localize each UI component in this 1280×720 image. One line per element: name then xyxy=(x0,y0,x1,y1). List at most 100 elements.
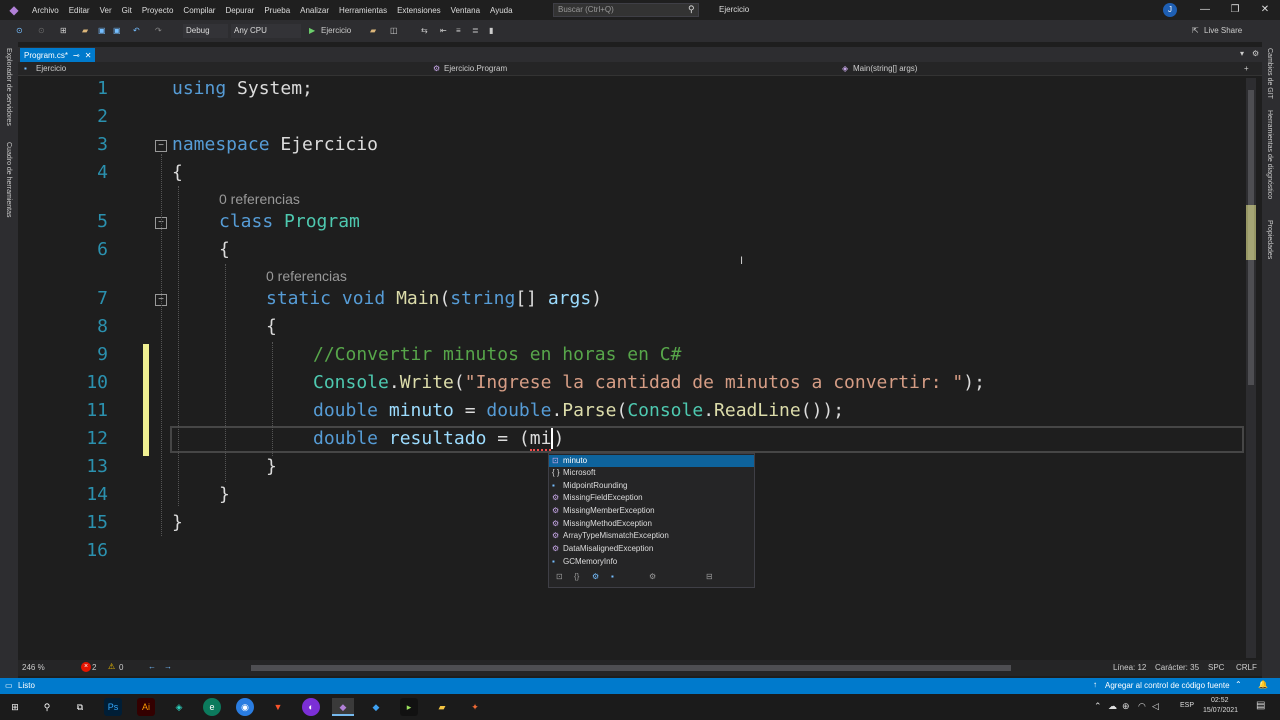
line-indicator[interactable]: Línea: 12 xyxy=(1113,663,1146,672)
search-icon[interactable]: ⚲ xyxy=(38,698,56,716)
filter-namespaces-icon[interactable]: {} xyxy=(574,572,579,581)
chrome-icon[interactable]: ◉ xyxy=(236,698,254,716)
error-count[interactable]: 2 xyxy=(92,663,96,672)
folder-icon[interactable]: ▰ xyxy=(370,24,376,38)
menu-depurar[interactable]: Depurar xyxy=(221,6,260,15)
pin-icon[interactable]: ⊸ xyxy=(73,51,80,60)
search-input[interactable]: Buscar (Ctrl+Q) xyxy=(553,3,699,17)
char-indicator[interactable]: Carácter: 35 xyxy=(1155,663,1199,672)
project-dropdown[interactable]: Ejercicio xyxy=(36,64,66,73)
completion-item[interactable]: ⚙ ArrayTypeMismatchException xyxy=(549,530,754,542)
outdent-icon[interactable]: ⇤ xyxy=(440,24,447,38)
completion-item[interactable]: ▪ GCMemoryInfo xyxy=(549,556,754,568)
volume-icon[interactable]: ◁ xyxy=(1152,701,1159,712)
toolbox-tab[interactable]: Cuadro de herramientas xyxy=(5,142,12,218)
menu-git[interactable]: Git xyxy=(118,6,138,15)
vscode-icon[interactable]: ◆ xyxy=(367,698,385,716)
run-button[interactable]: Ejercicio xyxy=(321,24,351,38)
notifications-icon[interactable]: 🔔 xyxy=(1258,680,1268,689)
edge-icon[interactable]: e xyxy=(203,698,221,716)
add-source-control-button[interactable]: Agregar al control de código fuente xyxy=(1105,681,1230,690)
completion-item[interactable]: { } Microsoft xyxy=(549,467,754,479)
task-view-icon[interactable]: ⧉ xyxy=(71,698,89,716)
filter-structs-icon[interactable]: ▪ xyxy=(611,572,614,581)
app-icon[interactable]: ◈ xyxy=(170,698,188,716)
class-dropdown[interactable]: Ejercicio.Program xyxy=(444,64,507,73)
minimize-icon[interactable]: — xyxy=(1190,0,1220,20)
onedrive-icon[interactable]: ☁ xyxy=(1108,701,1117,712)
whitespace-indicator[interactable]: SPC xyxy=(1208,663,1224,672)
tab-close-icon[interactable]: ✕ xyxy=(85,51,92,60)
nav-forward-icon[interactable]: → xyxy=(164,662,172,671)
uncomment-icon[interactable]: ≣ xyxy=(472,24,479,38)
search-icon[interactable]: ⚲ xyxy=(688,4,695,15)
save-icon[interactable]: ▣ xyxy=(98,24,106,38)
git-changes-tab[interactable]: Cambios de GIT xyxy=(1266,48,1273,99)
warning-icon[interactable]: ⚠ xyxy=(108,662,115,671)
diagnostic-tools-tab[interactable]: Herramientas de diagnóstico xyxy=(1266,110,1273,199)
undo-icon[interactable]: ↶ xyxy=(133,24,140,38)
completion-item[interactable]: ⚙ MissingMemberException xyxy=(549,505,754,517)
step-icon[interactable]: ⇆ xyxy=(421,24,428,38)
codelens-references[interactable]: 0 referencias xyxy=(219,191,300,207)
visual-studio-taskbar-icon[interactable]: ◆ xyxy=(332,698,354,716)
line-ending-indicator[interactable]: CRLF xyxy=(1236,663,1257,672)
close-icon[interactable]: ✕ xyxy=(1250,0,1280,20)
comment-icon[interactable]: ≡ xyxy=(456,24,461,38)
completion-item[interactable]: ⚙ DataMisalignedException xyxy=(549,543,754,555)
windows-start-icon[interactable]: ⊞ xyxy=(6,698,24,716)
file-explorer-icon[interactable]: ▰ xyxy=(433,698,451,716)
menu-archivo[interactable]: Archivo xyxy=(28,6,65,15)
avatar[interactable]: J xyxy=(1163,3,1177,17)
menu-analizar[interactable]: Analizar xyxy=(296,6,335,15)
illustrator-icon[interactable]: Ai xyxy=(137,698,155,716)
forward-icon[interactable]: ⊙ xyxy=(38,24,45,38)
screenshot-icon[interactable]: ◫ xyxy=(390,24,398,38)
horizontal-scrollbar[interactable] xyxy=(251,665,1011,671)
clock-date[interactable]: 15/07/2021 xyxy=(1203,707,1238,714)
back-icon[interactable]: ⊙ xyxy=(16,24,23,38)
filter-snippets-icon[interactable]: ⊟ xyxy=(706,572,713,581)
config-dropdown[interactable]: Debug xyxy=(183,24,228,38)
network-icon[interactable]: ⊕ xyxy=(1122,701,1130,712)
platform-dropdown[interactable]: Any CPU xyxy=(231,24,301,38)
completion-item[interactable]: ⚙ MissingFieldException xyxy=(549,492,754,504)
server-explorer-tab[interactable]: Explorador de servidores xyxy=(5,48,12,126)
tray-arrow-icon[interactable]: ⌃ xyxy=(1094,701,1102,712)
codelens-references[interactable]: 0 referencias xyxy=(266,268,347,284)
maximize-icon[interactable]: ❐ xyxy=(1220,0,1250,20)
play-icon[interactable]: ▶ xyxy=(309,24,315,38)
split-icon[interactable]: + xyxy=(1244,64,1249,73)
wifi-icon[interactable]: ◠ xyxy=(1138,701,1146,712)
nav-back-icon[interactable]: ← xyxy=(148,662,156,671)
menu-ventana[interactable]: Ventana xyxy=(447,6,486,15)
live-share-icon[interactable]: ⇱ xyxy=(1192,24,1199,38)
tab-overflow-icon[interactable]: ▾ xyxy=(1240,49,1244,58)
filter-delegates-icon[interactable]: ⚙ xyxy=(649,572,656,581)
terminal-icon[interactable]: ▸ xyxy=(400,698,418,716)
clock-time[interactable]: 02:52 xyxy=(1211,697,1229,704)
error-icon[interactable]: × xyxy=(81,662,91,672)
intellisense-popup[interactable]: ⊡ minuto { } Microsoft ▪ MidpointRounding ⚙… xyxy=(548,453,755,588)
warning-count[interactable]: 0 xyxy=(119,663,123,672)
filter-locals-icon[interactable]: ⊡ xyxy=(556,572,563,581)
member-dropdown[interactable]: Main(string[] args) xyxy=(853,64,917,73)
open-folder-icon[interactable]: ▰ xyxy=(82,24,88,38)
menu-prueba[interactable]: Prueba xyxy=(260,6,296,15)
completion-item-minuto[interactable]: ⊡ minuto xyxy=(549,455,754,467)
language-indicator[interactable]: ESP xyxy=(1180,702,1194,709)
tab-program-cs[interactable]: Program.cs* ⊸ ✕ xyxy=(20,48,96,62)
menu-editar[interactable]: Editar xyxy=(65,6,96,15)
brave-icon[interactable]: ▼ xyxy=(269,698,287,716)
collapse-namespace-icon[interactable]: − xyxy=(155,140,167,152)
save-all-icon[interactable]: ▣ xyxy=(113,24,121,38)
photoshop-icon[interactable]: Ps xyxy=(104,698,122,716)
bookmark-icon[interactable]: ▮ xyxy=(489,24,493,38)
zoom-level[interactable]: 246 % xyxy=(22,663,45,672)
menu-ver[interactable]: Ver xyxy=(96,6,118,15)
completion-item[interactable]: ▪ MidpointRounding xyxy=(549,480,754,492)
live-share-button[interactable]: Live Share xyxy=(1204,24,1242,38)
menu-ayuda[interactable]: Ayuda xyxy=(486,6,519,15)
redo-icon[interactable]: ↷ xyxy=(155,24,162,38)
menu-compilar[interactable]: Compilar xyxy=(179,6,221,15)
